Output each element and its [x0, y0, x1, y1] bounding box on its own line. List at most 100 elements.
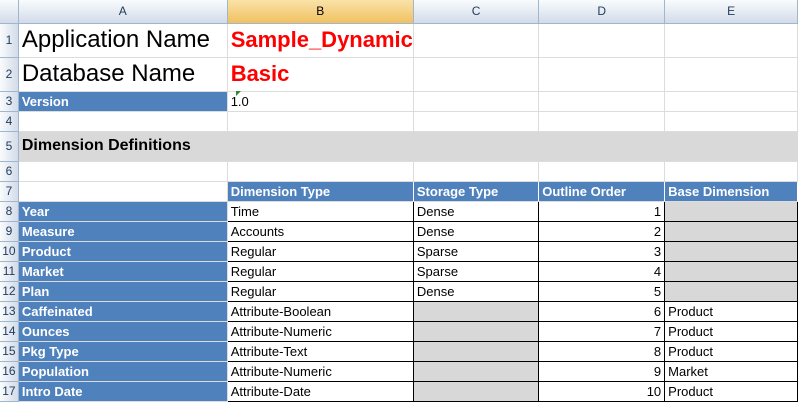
row-header[interactable]: 8: [0, 201, 19, 222]
cell-b6[interactable]: [227, 161, 414, 182]
row-header-3[interactable]: 3: [0, 91, 19, 112]
header-storage-type[interactable]: Storage Type: [413, 181, 540, 202]
row-header-2[interactable]: 2: [0, 57, 19, 92]
storage-type[interactable]: Sparse: [412, 260, 540, 282]
row-header-6[interactable]: 6: [0, 161, 19, 182]
dimension-name[interactable]: Product: [18, 241, 228, 262]
row-header[interactable]: 15: [0, 341, 19, 362]
version-label[interactable]: Version: [18, 91, 228, 112]
row-header[interactable]: 17: [0, 381, 19, 402]
cell-c2[interactable]: [413, 57, 540, 92]
storage-type[interactable]: Sparse: [412, 240, 540, 262]
outline-order[interactable]: 9: [538, 360, 666, 382]
outline-order[interactable]: 5: [538, 280, 666, 302]
dimension-name[interactable]: Population: [18, 361, 228, 382]
dimension-name[interactable]: Year: [18, 201, 228, 222]
cell-e4[interactable]: [664, 111, 798, 132]
base-dimension[interactable]: [664, 200, 798, 222]
header-outline-order[interactable]: Outline Order: [538, 181, 666, 202]
row-header[interactable]: 13: [0, 301, 19, 322]
storage-type[interactable]: Dense: [412, 220, 540, 242]
row-header-4[interactable]: 4: [0, 111, 19, 132]
dimension-type[interactable]: Attribute-Boolean: [226, 300, 414, 322]
row-header[interactable]: 14: [0, 321, 19, 342]
base-dimension[interactable]: [664, 220, 798, 242]
cell-d6[interactable]: [538, 161, 666, 182]
db-name-value[interactable]: Basic: [227, 57, 414, 92]
storage-type[interactable]: [412, 360, 540, 382]
cell-c4[interactable]: [413, 111, 540, 132]
dimension-type[interactable]: Time: [226, 200, 414, 222]
cell-d2[interactable]: [538, 57, 666, 92]
storage-type[interactable]: Dense: [412, 280, 540, 302]
dimension-type[interactable]: Attribute-Date: [226, 380, 414, 402]
row-header[interactable]: 12: [0, 281, 19, 302]
cell-c1[interactable]: [413, 23, 540, 58]
outline-order[interactable]: 6: [538, 300, 666, 322]
cell-d3[interactable]: [538, 91, 666, 112]
dimension-name[interactable]: Intro Date: [18, 381, 228, 402]
column-header-c[interactable]: C: [413, 0, 540, 24]
dimension-type[interactable]: Attribute-Numeric: [226, 320, 414, 342]
version-value[interactable]: 1.0: [227, 91, 414, 112]
outline-order[interactable]: 2: [538, 220, 666, 242]
outline-order[interactable]: 7: [538, 320, 666, 342]
column-header-d[interactable]: D: [538, 0, 666, 24]
row-header[interactable]: 9: [0, 221, 19, 242]
cell-a6[interactable]: [18, 161, 228, 182]
row-header[interactable]: 16: [0, 361, 19, 382]
select-all-corner[interactable]: [0, 0, 19, 24]
app-name-label[interactable]: Application Name: [18, 23, 228, 58]
dimension-name[interactable]: Ounces: [18, 321, 228, 342]
dimension-name[interactable]: Caffeinated: [18, 301, 228, 322]
row-header[interactable]: 11: [0, 261, 19, 282]
outline-order[interactable]: 3: [538, 240, 666, 262]
base-dimension[interactable]: Product: [664, 320, 798, 342]
storage-type[interactable]: [412, 380, 540, 402]
dimension-type[interactable]: Regular: [226, 280, 414, 302]
cell-e1[interactable]: [664, 23, 798, 58]
column-header-a[interactable]: A: [18, 0, 228, 24]
app-name-value[interactable]: Sample_Dynamic: [227, 23, 414, 58]
base-dimension[interactable]: Product: [664, 380, 798, 402]
cell-d1[interactable]: [538, 23, 666, 58]
cell-e6[interactable]: [664, 161, 798, 182]
cell-c6[interactable]: [413, 161, 540, 182]
storage-type[interactable]: [412, 340, 540, 362]
storage-type[interactable]: Dense: [412, 200, 540, 222]
cell-a7[interactable]: [18, 181, 228, 202]
row-header-1[interactable]: 1: [0, 23, 19, 58]
dimension-name[interactable]: Market: [18, 261, 228, 282]
outline-order[interactable]: 4: [538, 260, 666, 282]
cell-e3[interactable]: [664, 91, 798, 112]
dimension-type[interactable]: Accounts: [226, 220, 414, 242]
cell-b4[interactable]: [227, 111, 414, 132]
header-dimension-type[interactable]: Dimension Type: [227, 181, 414, 202]
outline-order[interactable]: 1: [538, 200, 666, 222]
dimension-name[interactable]: Pkg Type: [18, 341, 228, 362]
base-dimension[interactable]: Product: [664, 300, 798, 322]
cell-c3[interactable]: [413, 91, 540, 112]
storage-type[interactable]: [412, 300, 540, 322]
base-dimension[interactable]: [664, 280, 798, 302]
dimension-name[interactable]: Measure: [18, 221, 228, 242]
section-title[interactable]: Dimension Definitions: [18, 131, 798, 162]
dimension-name[interactable]: Plan: [18, 281, 228, 302]
row-header-7[interactable]: 7: [0, 181, 19, 202]
dimension-type[interactable]: Attribute-Numeric: [226, 360, 414, 382]
cell-a4[interactable]: [18, 111, 228, 132]
row-header[interactable]: 10: [0, 241, 19, 262]
outline-order[interactable]: 10: [538, 380, 666, 402]
base-dimension[interactable]: Product: [664, 340, 798, 362]
base-dimension[interactable]: Market: [664, 360, 798, 382]
base-dimension[interactable]: [664, 260, 798, 282]
column-header-e[interactable]: E: [664, 0, 798, 24]
dimension-type[interactable]: Regular: [226, 240, 414, 262]
outline-order[interactable]: 8: [538, 340, 666, 362]
dimension-type[interactable]: Regular: [226, 260, 414, 282]
cell-e2[interactable]: [664, 57, 798, 92]
column-header-b[interactable]: B: [227, 0, 414, 24]
row-header-5[interactable]: 5: [0, 131, 19, 162]
storage-type[interactable]: [412, 320, 540, 342]
cell-d4[interactable]: [538, 111, 666, 132]
